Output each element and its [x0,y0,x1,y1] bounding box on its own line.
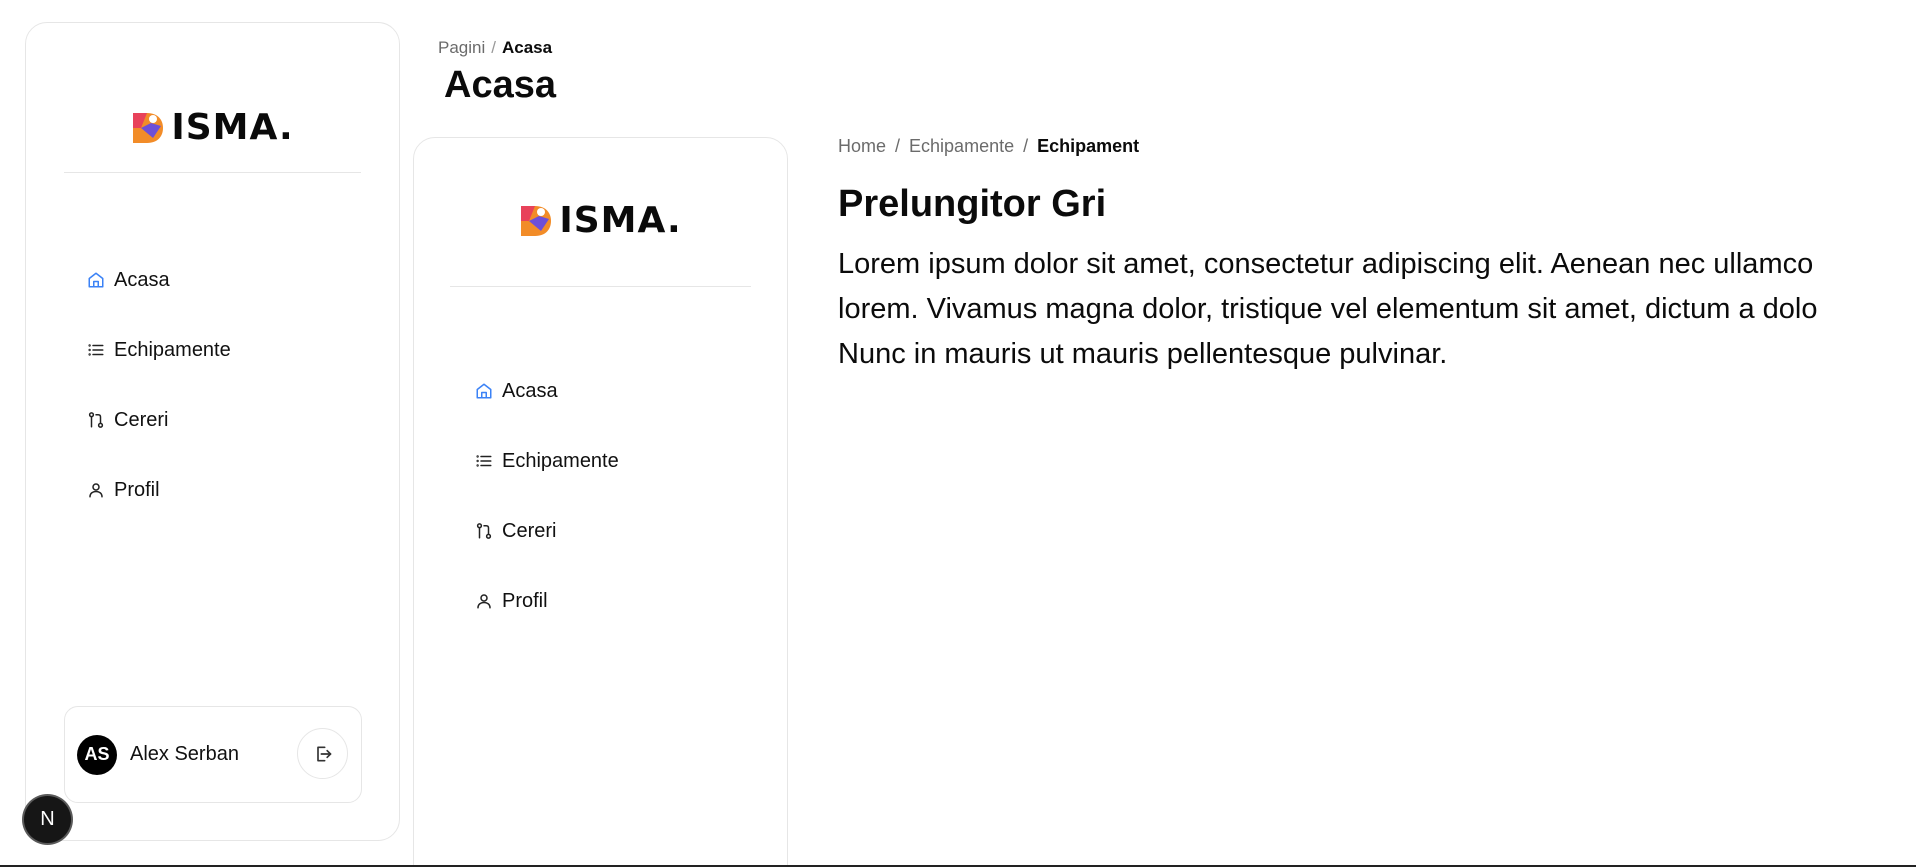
breadcrumb-separator: / [895,136,901,156]
description-line: Nunc in mauris ut mauris pellentesque pu… [838,338,1448,370]
git-pull-icon [472,519,496,543]
sidebar-item-label: Acasa [114,268,170,291]
logout-icon [316,746,331,761]
page-header: Pagini / Acasa Acasa [438,38,556,107]
sidebar-nav: Acasa Echipamente Cereri Profil [84,245,231,525]
nested-sidebar: ISMA. Acasa Echipamente Cereri Profil [413,137,788,867]
brand-logo[interactable]: ISMA. [26,107,399,148]
user-card: AS Alex Serban [64,706,362,803]
user-name: Alex Serban [130,743,239,765]
sidebar-item-label: Echipamente [502,449,619,472]
description-line: Lorem ipsum dolor sit amet, consectetur … [838,248,1814,280]
dev-tools-badge[interactable]: N [24,796,71,843]
sidebar-item-profil[interactable]: Profil [472,566,619,636]
sidebar-item-cereri[interactable]: Cereri [84,385,231,455]
sidebar-item-cereri[interactable]: Cereri [472,496,619,566]
equipment-title: Prelungitor Gri [838,183,1107,225]
breadcrumb-root[interactable]: Pagini [438,38,485,58]
sidebar: ISMA. Acasa Echipamente Cereri Profil AS… [25,22,400,841]
sidebar-nav: Acasa Echipamente Cereri Profil [472,356,619,636]
breadcrumb-home[interactable]: Home [838,136,886,157]
sidebar-item-echipamente[interactable]: Echipamente [84,315,231,385]
git-pull-icon [84,408,108,432]
logo-mark-icon [133,112,164,143]
sidebar-item-label: Profil [114,478,160,501]
breadcrumb-echipamente[interactable]: Echipamente [909,136,1014,157]
breadcrumb-current: Acasa [502,38,553,57]
sidebar-item-acasa[interactable]: Acasa [472,356,619,426]
equipment-description: Lorem ipsum dolor sit amet, consectetur … [838,242,1916,377]
brand-logo[interactable]: ISMA. [414,200,787,241]
brand-name: ISMA. [171,107,294,148]
page-title: Acasa [444,64,556,106]
logout-button[interactable] [297,728,348,779]
avatar[interactable]: AS [77,734,117,775]
description-line: lorem. Vivamus magna dolor, tristique ve… [838,293,1818,325]
brand-name: ISMA. [559,200,682,241]
sidebar-item-echipamente[interactable]: Echipamente [472,426,619,496]
sidebar-item-profil[interactable]: Profil [84,455,231,525]
sidebar-item-label: Acasa [502,379,558,402]
sidebar-item-label: Echipamente [114,338,231,361]
sidebar-divider [64,172,361,173]
breadcrumb-current: Echipament [1037,136,1140,156]
breadcrumb-separator: / [1023,136,1029,156]
home-icon [84,268,108,292]
user-icon [84,478,108,502]
sidebar-item-acasa[interactable]: Acasa [84,245,231,315]
list-icon [472,449,496,473]
logo-mark-icon [521,205,552,236]
sidebar-item-label: Cereri [114,408,169,431]
sidebar-divider [450,286,751,287]
list-icon [84,338,108,362]
sidebar-item-label: Cereri [502,519,557,542]
home-icon [472,379,496,403]
breadcrumb-separator: / [491,38,496,57]
breadcrumb: Pagini / Acasa [438,38,556,58]
breadcrumb: Home / Echipamente / Echipament [838,136,1916,157]
user-icon [472,589,496,613]
equipment-detail: Home / Echipamente / Echipament Prelungi… [838,136,1916,377]
sidebar-item-label: Profil [502,589,548,612]
